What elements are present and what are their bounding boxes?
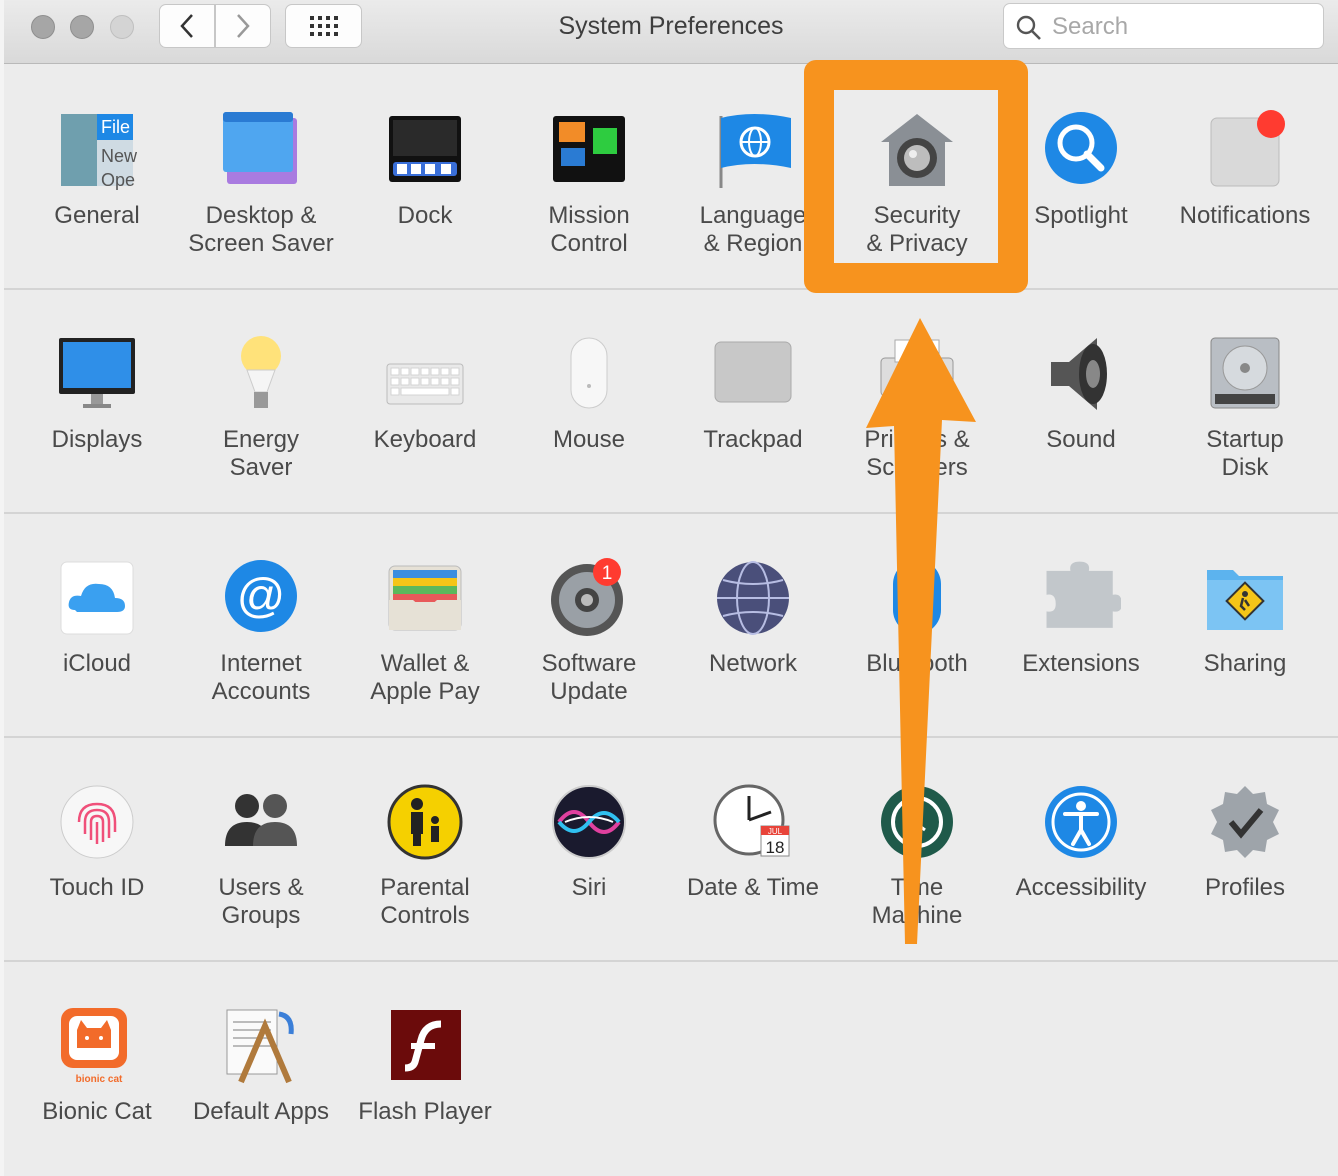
orange-arrow-icon — [866, 318, 976, 944]
